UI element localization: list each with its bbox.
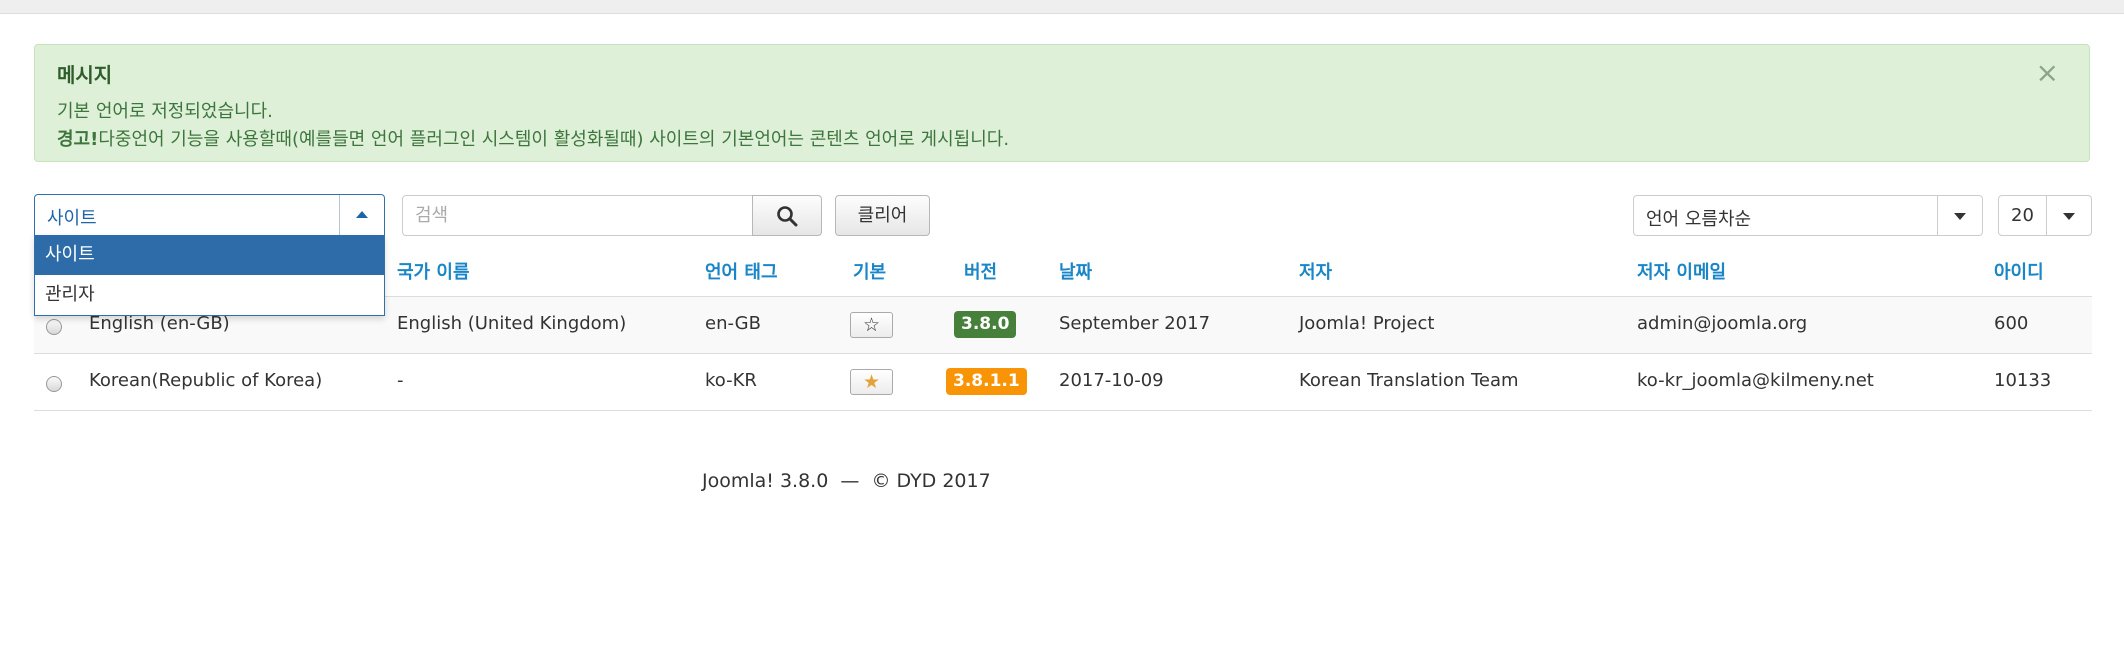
footer-copyright: Joomla! 3.8.0 — © DYD 2017: [702, 470, 991, 492]
author: Korean Translation Team: [1299, 370, 1519, 391]
alert-heading: 메시지: [57, 63, 113, 87]
alert-warning: 경고!다중언어 기능을 사용할때(예를들면 언어 플러그인 시스템이 활성화될때…: [57, 125, 1009, 151]
language-tag: en-GB: [705, 313, 761, 334]
star-filled-icon: ★: [862, 371, 881, 393]
language-title: English (en-GB): [89, 313, 230, 334]
limit-select-toggle[interactable]: [2046, 196, 2091, 235]
table-row: Korean(Republic of Korea) - ko-KR ★ 3.8.…: [34, 354, 2092, 411]
author-email: admin@joomla.org: [1637, 313, 1808, 334]
column-header-id[interactable]: 아이디: [1994, 258, 2044, 284]
column-header-version[interactable]: 버전: [964, 258, 997, 284]
top-bar: [0, 0, 2124, 14]
column-header-lang-tag[interactable]: 언어 태그: [705, 258, 778, 284]
row-select-radio[interactable]: [46, 319, 62, 335]
chevron-up-icon: [356, 211, 368, 218]
alert-message-text: 기본 언어로 저정되었습니다.: [57, 101, 273, 122]
column-header-author-email[interactable]: 저자 이메일: [1637, 258, 1726, 284]
author: Joomla! Project: [1299, 313, 1435, 334]
date: 2017-10-09: [1059, 370, 1164, 391]
chevron-down-icon: [1954, 213, 1966, 220]
country-name: -: [397, 370, 404, 391]
sort-select-value: 언어 오름차순: [1646, 209, 1752, 230]
client-option-site[interactable]: 사이트: [35, 235, 384, 275]
search-button[interactable]: [752, 195, 822, 236]
column-header-date[interactable]: 날짜: [1059, 258, 1092, 284]
client-select-toggle[interactable]: [339, 195, 384, 235]
column-header-country[interactable]: 국가 이름: [397, 258, 470, 284]
search-input[interactable]: [413, 204, 737, 227]
client-select-value: 사이트: [47, 208, 97, 229]
client-select-dropdown: 사이트 관리자: [34, 235, 385, 316]
language-tag: ko-KR: [705, 370, 757, 391]
search-icon: [777, 206, 798, 227]
sort-select[interactable]: 언어 오름차순: [1633, 195, 1983, 236]
clear-button[interactable]: 클리어: [835, 195, 930, 236]
limit-select-value: 20: [2011, 205, 2034, 226]
country-name: English (United Kingdom): [397, 313, 627, 334]
author-email: ko-kr_joomla@kilmeny.net: [1637, 370, 1874, 391]
column-header-author[interactable]: 저자: [1299, 258, 1332, 284]
set-default-button[interactable]: ☆: [850, 312, 893, 338]
limit-select[interactable]: 20: [1998, 195, 2092, 236]
default-language-button[interactable]: ★: [850, 369, 893, 395]
chevron-down-icon: [2063, 213, 2075, 220]
search-field[interactable]: [402, 195, 753, 236]
alert-message: 메시지 기본 언어로 저정되었습니다. 경고!다중언어 기능을 사용할때(예를들…: [34, 44, 2090, 162]
row-select-radio[interactable]: [46, 376, 62, 392]
star-empty-icon: ☆: [862, 314, 881, 336]
close-icon[interactable]: ×: [2036, 59, 2059, 87]
language-id: 600: [1994, 313, 2029, 334]
sort-select-toggle[interactable]: [1937, 196, 1982, 235]
client-select[interactable]: 사이트: [34, 194, 385, 236]
alert-warning-text: 다중언어 기능을 사용할때(예를들면 언어 플러그인 시스템이 활성화될때) 사…: [98, 129, 1010, 150]
column-header-default[interactable]: 기본: [853, 258, 886, 284]
version-badge: 3.8.0: [954, 311, 1017, 338]
client-option-admin[interactable]: 관리자: [35, 275, 384, 315]
language-title: Korean(Republic of Korea): [89, 370, 323, 391]
date: September 2017: [1059, 313, 1211, 334]
version-badge: 3.8.1.1: [946, 368, 1027, 395]
alert-warning-label: 경고!: [57, 129, 99, 150]
language-id: 10133: [1994, 370, 2052, 391]
